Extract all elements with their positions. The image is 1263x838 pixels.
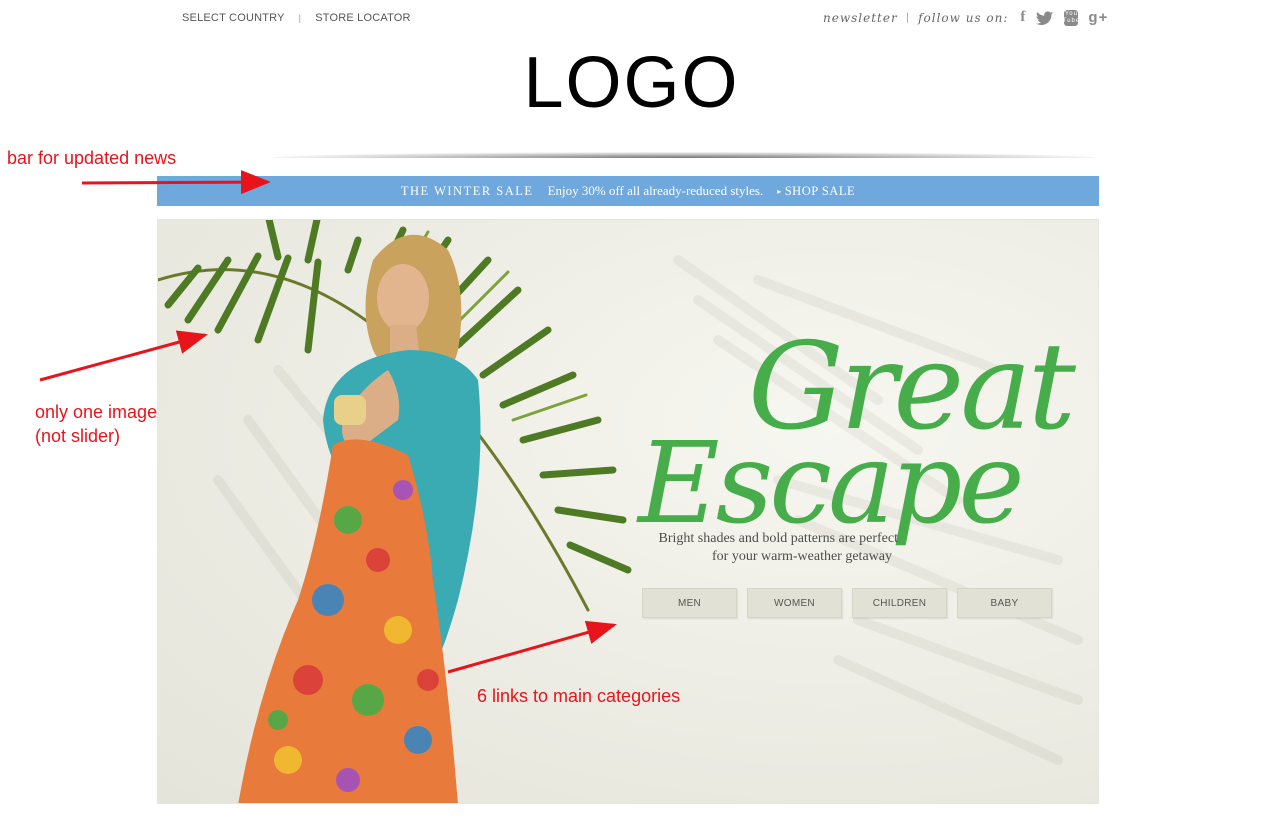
- header-divider-shadow: [270, 152, 1098, 158]
- shop-sale-label: SHOP SALE: [784, 183, 856, 198]
- chevron-right-icon: ▸: [777, 186, 782, 196]
- annotation-news-bar: bar for updated news: [7, 148, 177, 168]
- google-plus-icon[interactable]: g+: [1088, 9, 1108, 26]
- select-country-link[interactable]: SELECT COUNTRY: [182, 12, 285, 24]
- category-men-button[interactable]: MEN: [642, 588, 737, 618]
- newsletter-link[interactable]: newsletter: [823, 11, 898, 25]
- news-bar: THE WINTER SALE Enjoy 30% off all alread…: [157, 176, 1099, 206]
- follow-us-label: follow us on:: [918, 10, 1009, 25]
- annotation-image-line2: (not slider): [35, 426, 121, 446]
- site-logo[interactable]: LOGO: [0, 42, 1263, 124]
- shop-sale-link[interactable]: ▸ SHOP SALE: [777, 184, 855, 199]
- utility-nav-left: SELECT COUNTRY | STORE LOCATOR: [182, 12, 411, 24]
- store-locator-link[interactable]: STORE LOCATOR: [315, 12, 411, 24]
- model-figure: [238, 234, 481, 803]
- category-baby-button[interactable]: BABY: [957, 588, 1052, 618]
- annotation-image-line1: only one image: [35, 402, 158, 422]
- hero-subcopy-line1: Bright shades and bold patterns are perf…: [658, 531, 898, 546]
- youtube-icon[interactable]: You Tube: [1062, 9, 1081, 26]
- youtube-icon-text-bottom: Tube: [1062, 17, 1081, 24]
- category-women-button[interactable]: WOMEN: [747, 588, 842, 618]
- utility-separator: |: [905, 12, 911, 23]
- hero-banner[interactable]: Great Escape Bright shades and bold patt…: [157, 219, 1099, 804]
- news-bar-title: THE WINTER SALE: [400, 183, 534, 198]
- hero-subcopy: Bright shades and bold patterns are perf…: [628, 530, 898, 566]
- hero-headline-escape: Escape: [638, 419, 1025, 549]
- category-links: MEN WOMEN CHILDREN BABY: [642, 588, 1052, 618]
- category-children-button[interactable]: CHILDREN: [852, 588, 947, 618]
- hero-subcopy-line2: for your warm-weather getaway: [712, 549, 892, 564]
- annotation-categories: 6 links to main categories: [477, 686, 681, 706]
- news-bar-text: Enjoy 30% off all already-reduced styles…: [547, 183, 764, 198]
- utility-nav-right: newsletter | follow us on: f You Tube g+: [823, 9, 1108, 26]
- social-links: f You Tube g+: [1020, 9, 1108, 26]
- facebook-icon[interactable]: f: [1020, 9, 1026, 26]
- twitter-icon[interactable]: [1036, 10, 1054, 25]
- youtube-icon-text-top: You: [1064, 10, 1078, 17]
- utility-separator: |: [298, 13, 302, 23]
